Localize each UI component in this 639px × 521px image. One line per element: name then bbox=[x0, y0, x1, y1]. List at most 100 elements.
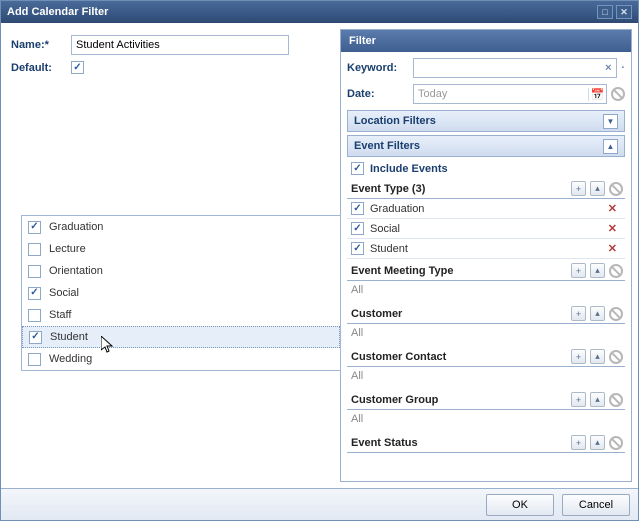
customer-value: All bbox=[347, 324, 625, 345]
checkbox[interactable] bbox=[28, 221, 41, 234]
collapse-button[interactable]: ▴ bbox=[590, 349, 605, 364]
dropdown-item-social[interactable]: Social bbox=[22, 282, 340, 304]
customer-header: Customer + ▴ bbox=[347, 304, 625, 324]
customer-label: Customer bbox=[351, 308, 567, 320]
collapse-button[interactable]: ▴ bbox=[590, 435, 605, 450]
date-label: Date: bbox=[347, 88, 409, 100]
event-filters-section[interactable]: Event Filters ▲ bbox=[347, 135, 625, 157]
add-button[interactable]: + bbox=[571, 263, 586, 278]
clear-button[interactable] bbox=[609, 307, 623, 321]
include-events-row: Include Events bbox=[347, 160, 625, 179]
dialog-content: Name:* Default: Graduation Lecture bbox=[1, 23, 638, 488]
dropdown-item-lecture[interactable]: Lecture bbox=[22, 238, 340, 260]
filter-panel-body: Keyword: × · Date: 📅 Locat bbox=[341, 52, 631, 481]
add-calendar-filter-dialog: Add Calendar Filter □ ✕ Name:* Default: … bbox=[0, 0, 639, 521]
keyword-label: Keyword: bbox=[347, 62, 409, 74]
event-type-label: Event Type (3) bbox=[351, 183, 567, 195]
date-input-wrap: 📅 bbox=[413, 84, 607, 104]
add-button[interactable]: + bbox=[571, 349, 586, 364]
meeting-type-label: Event Meeting Type bbox=[351, 265, 567, 277]
default-checkbox[interactable] bbox=[71, 61, 84, 74]
add-button[interactable]: + bbox=[571, 306, 586, 321]
date-row: Date: 📅 bbox=[347, 84, 625, 104]
clear-button[interactable] bbox=[609, 393, 623, 407]
item-label: Wedding bbox=[49, 353, 92, 365]
collapse-icon[interactable]: ▲ bbox=[603, 139, 618, 154]
dropdown-item-wedding[interactable]: Wedding bbox=[22, 348, 340, 370]
section-label: Location Filters bbox=[354, 115, 436, 127]
add-button[interactable]: + bbox=[571, 181, 586, 196]
filter-panel-title: Filter bbox=[349, 35, 376, 47]
checkbox[interactable] bbox=[28, 309, 41, 322]
keyword-info-icon[interactable]: · bbox=[621, 62, 625, 74]
calendar-icon[interactable]: 📅 bbox=[588, 88, 606, 101]
meeting-type-subsection: Event Meeting Type + ▴ All bbox=[347, 261, 625, 302]
cancel-button[interactable]: Cancel bbox=[562, 494, 630, 516]
include-events-checkbox[interactable] bbox=[351, 162, 364, 175]
collapse-button[interactable]: ▴ bbox=[590, 306, 605, 321]
checkbox[interactable] bbox=[28, 287, 41, 300]
keyword-input-wrap: × bbox=[413, 58, 617, 78]
customer-group-subsection: Customer Group + ▴ All bbox=[347, 390, 625, 431]
keyword-clear-icon[interactable]: × bbox=[600, 62, 616, 74]
dropdown-item-orientation[interactable]: Orientation bbox=[22, 260, 340, 282]
clear-button[interactable] bbox=[609, 350, 623, 364]
name-row: Name:* bbox=[11, 35, 332, 55]
dropdown-body[interactable]: Graduation Lecture Orientation Social bbox=[22, 216, 340, 370]
item-label: Staff bbox=[49, 309, 71, 321]
selected-social: Social ✕ bbox=[347, 219, 625, 239]
keyword-input[interactable] bbox=[414, 62, 600, 74]
remove-icon[interactable]: ✕ bbox=[604, 222, 621, 235]
item-label: Social bbox=[370, 223, 598, 235]
clear-button[interactable] bbox=[609, 436, 623, 450]
checkbox[interactable] bbox=[28, 243, 41, 256]
event-type-subsection: Event Type (3) + ▴ Graduation ✕ Social ✕ bbox=[347, 179, 625, 259]
checkbox[interactable] bbox=[28, 353, 41, 366]
item-label: Graduation bbox=[370, 203, 598, 215]
name-label: Name:* bbox=[11, 39, 71, 51]
collapse-button[interactable]: ▴ bbox=[590, 263, 605, 278]
customer-group-header: Customer Group + ▴ bbox=[347, 390, 625, 410]
checkbox[interactable] bbox=[351, 242, 364, 255]
remove-icon[interactable]: ✕ bbox=[604, 242, 621, 255]
collapse-button[interactable]: ▴ bbox=[590, 181, 605, 196]
checkbox[interactable] bbox=[351, 202, 364, 215]
ok-button[interactable]: OK bbox=[486, 494, 554, 516]
clear-button[interactable] bbox=[609, 264, 623, 278]
dropdown-item-student[interactable]: Student bbox=[22, 326, 340, 348]
checkbox[interactable] bbox=[351, 222, 364, 235]
event-status-subsection: Event Status + ▴ bbox=[347, 433, 625, 453]
dialog-title: Add Calendar Filter bbox=[7, 6, 594, 18]
customer-group-value: All bbox=[347, 410, 625, 431]
meeting-type-header: Event Meeting Type + ▴ bbox=[347, 261, 625, 281]
filter-panel-header: Filter bbox=[341, 30, 631, 52]
close-button[interactable]: ✕ bbox=[616, 5, 632, 19]
add-button[interactable]: + bbox=[571, 435, 586, 450]
section-label: Event Filters bbox=[354, 140, 420, 152]
event-type-header: Event Type (3) + ▴ bbox=[347, 179, 625, 199]
checkbox[interactable] bbox=[29, 331, 42, 344]
event-status-label: Event Status bbox=[351, 437, 567, 449]
checkbox[interactable] bbox=[28, 265, 41, 278]
add-button[interactable]: + bbox=[571, 392, 586, 407]
item-label: Student bbox=[50, 331, 88, 343]
customer-subsection: Customer + ▴ All bbox=[347, 304, 625, 345]
name-input[interactable] bbox=[71, 35, 289, 55]
dropdown-item-staff[interactable]: Staff bbox=[22, 304, 340, 326]
customer-contact-header: Customer Contact + ▴ bbox=[347, 347, 625, 367]
maximize-button[interactable]: □ bbox=[597, 5, 613, 19]
customer-group-label: Customer Group bbox=[351, 394, 567, 406]
clear-button[interactable] bbox=[609, 182, 623, 196]
event-type-dropdown: Graduation Lecture Orientation Social bbox=[21, 215, 341, 371]
default-label: Default: bbox=[11, 62, 71, 74]
selected-graduation: Graduation ✕ bbox=[347, 199, 625, 219]
customer-contact-value: All bbox=[347, 367, 625, 388]
expand-icon[interactable]: ▼ bbox=[603, 114, 618, 129]
date-clear-icon[interactable] bbox=[611, 87, 625, 101]
collapse-button[interactable]: ▴ bbox=[590, 392, 605, 407]
meeting-type-value: All bbox=[347, 281, 625, 302]
dropdown-item-graduation[interactable]: Graduation bbox=[22, 216, 340, 238]
date-input[interactable] bbox=[414, 88, 588, 100]
remove-icon[interactable]: ✕ bbox=[604, 202, 621, 215]
location-filters-section[interactable]: Location Filters ▼ bbox=[347, 110, 625, 132]
